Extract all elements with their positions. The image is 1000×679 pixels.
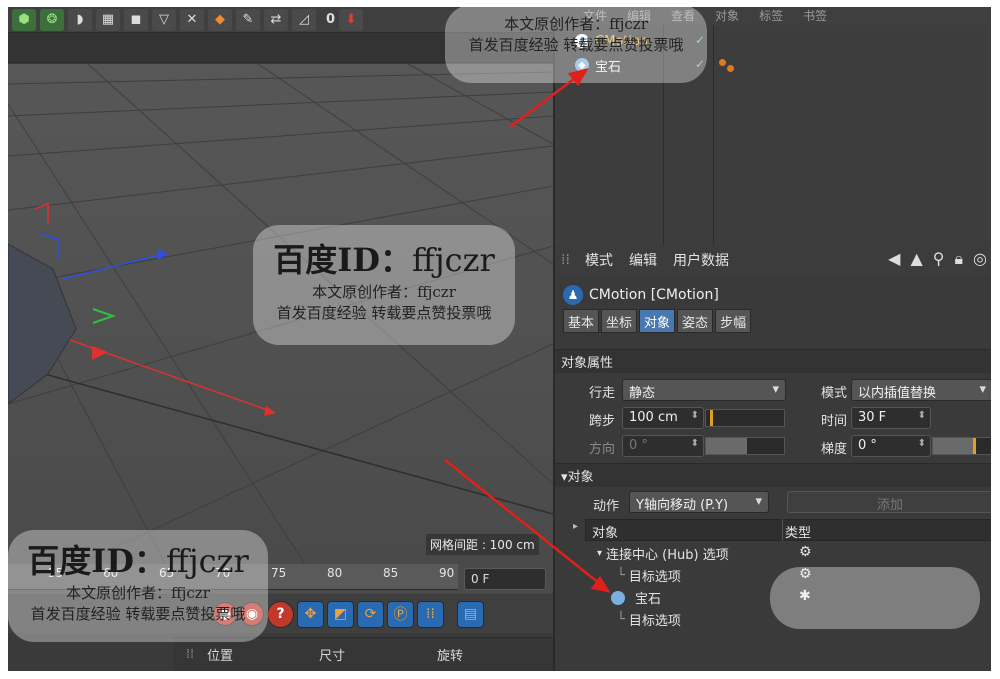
slope-slider[interactable] [932, 437, 991, 455]
grid-distance-label: 网格间距 : 100 cm [426, 534, 539, 555]
film-strip-icon[interactable]: ▤ [457, 600, 484, 628]
time-field[interactable]: 30 F ⬍ [851, 407, 931, 429]
move-key-icon[interactable]: ✥ [297, 600, 324, 628]
direction-label: 方向 [588, 442, 615, 457]
help-icon[interactable]: ? [267, 600, 294, 628]
add-button[interactable]: 添加 [787, 491, 991, 513]
coord-size-label: 尺寸 [319, 649, 346, 664]
collapse-arrow-icon[interactable]: ▾ [597, 548, 602, 559]
axis-tool-icon[interactable]: ⇄ [264, 8, 288, 31]
back-arrow-icon[interactable]: ◀ [888, 249, 900, 269]
action-dropdown[interactable]: Y轴向移动 (P.Y) [629, 491, 769, 513]
tree-col-type[interactable]: 类型 [782, 519, 811, 541]
up-arrow-icon[interactable]: ▲ [910, 249, 922, 269]
am-menu-edit[interactable]: 编辑 [629, 250, 657, 270]
tree-row-hub[interactable]: ▾ 连接中心 (Hub) 选项 [597, 544, 729, 563]
camera-tool-icon[interactable]: ◼ [124, 8, 148, 31]
tab-stride[interactable]: 步幅 [715, 309, 752, 333]
section-object-properties[interactable]: 对象属性 [555, 349, 991, 373]
target-icon[interactable]: ◎ [973, 249, 987, 269]
tab-basic[interactable]: 基本 [563, 309, 600, 333]
om-menu-object[interactable]: 对象 [715, 7, 739, 25]
rotate-key-icon[interactable]: ⟳ [357, 600, 384, 628]
spinner-icon[interactable]: ⬍ [691, 410, 699, 421]
tree-row-gem[interactable]: 宝石 [611, 588, 661, 607]
am-menu-mode[interactable]: 模式 [585, 250, 613, 270]
record-tool-icon[interactable]: ⬇ [339, 8, 364, 31]
watermark-center: 百度ID：ffjczr 本文原创作者：ffjczr 首发百度经验 转载要点赞投票… [253, 225, 515, 345]
coord-position-label: 位置 [207, 649, 234, 664]
am-menu-userdata[interactable]: 用户数据 [673, 250, 729, 270]
mograph-tool-icon[interactable]: ✕ [180, 8, 204, 31]
direction-field: 0 ° ⬍ [622, 435, 704, 457]
tree-row-target-2[interactable]: └ 目标选项 [617, 610, 681, 629]
edit-tool-icon[interactable]: ✎ [236, 8, 260, 31]
spinner-icon[interactable]: ⬍ [918, 438, 926, 449]
grip-icon: ⁞⁞ [561, 252, 570, 268]
gem-icon [611, 590, 625, 605]
timeline-tick: 80 [327, 566, 343, 580]
deformer-tool-icon[interactable]: ▽ [152, 8, 176, 31]
tab-pose[interactable]: 姿态 [677, 309, 714, 333]
scale-tool-icon[interactable]: ◿ [292, 8, 316, 31]
walker-icon: ♟ [563, 285, 583, 305]
attribute-title: ♟ CMotion [CMotion] [563, 285, 719, 305]
tab-coord[interactable]: 坐标 [601, 309, 638, 333]
spinner-icon: ⬍ [690, 438, 699, 449]
om-menu-tag[interactable]: 标签 [759, 7, 783, 25]
point-level-icon[interactable]: ⁞⁞ [417, 600, 444, 628]
stride-field[interactable]: 100 cm ⬍ [622, 407, 704, 429]
coordinates-header: ⁞⁞ 位置 尺寸 旋转 [173, 637, 553, 671]
watermark-logo-right [770, 567, 980, 629]
attribute-manager-menu: ⁞⁞ 模式 编辑 用户数据 ◀ ▲ ⚲ 🔒︎ ◎ [555, 245, 991, 275]
watermark-top: 本文原创作者：ffjczr 首发百度经验 转载要点赞投票哦 [445, 5, 707, 83]
timeline-tick: 75 [271, 566, 287, 580]
lock-icon[interactable]: 🔒︎ [955, 249, 964, 269]
watermark-bottom-left: 百度ID：ffjczr 本文原创作者：ffjczr 首发百度经验 转载要点赞投票… [8, 530, 268, 642]
om-menu-bookmark[interactable]: 书签 [803, 7, 827, 25]
tag-icon[interactable] [719, 59, 726, 66]
grip-icon: ⁞⁞ [185, 647, 195, 662]
mode-label: 模式 [820, 386, 847, 401]
section-object[interactable]: ▾对象 [555, 463, 991, 487]
timeline-tick: 90 [439, 566, 455, 580]
mode-dropdown[interactable]: 以内插值替换 [851, 379, 991, 401]
tree-header: 对象 类型 [585, 519, 991, 541]
search-icon[interactable]: ⚲ [933, 249, 945, 269]
tree-row-target[interactable]: └ 目标选项 [617, 566, 681, 585]
gear-icon: ⚙ [799, 544, 812, 560]
tab-object[interactable]: 对象 [639, 309, 676, 333]
slope-label: 梯度 [820, 442, 847, 457]
walk-dropdown[interactable]: 静态 [622, 379, 786, 401]
attribute-tabs: 基本 坐标 对象 姿态 步幅 [563, 309, 752, 333]
expand-arrow-icon[interactable]: ▸ [573, 521, 578, 532]
coord-rotation-label: 旋转 [437, 649, 464, 664]
end-frame-field[interactable]: 0 F [464, 568, 546, 590]
param-key-icon[interactable]: Ⓟ [387, 600, 414, 628]
action-label: 动作 [592, 499, 619, 514]
spline-tool-icon[interactable]: ◗ [68, 8, 92, 31]
scale-key-icon[interactable]: ◩ [327, 600, 354, 628]
time-label: 时间 [820, 414, 847, 429]
move-tool-icon[interactable]: ⬢ [12, 8, 36, 31]
stride-label: 跨步 [588, 414, 615, 429]
spinner-icon[interactable]: ⬍ [918, 410, 926, 421]
direction-slider [705, 437, 785, 455]
frame-counter: 0 [326, 12, 336, 27]
render-tool-icon[interactable]: ❂ [40, 8, 64, 31]
walk-label: 行走 [588, 386, 615, 401]
nurbs-tool-icon[interactable]: ▦ [96, 8, 120, 31]
slope-field[interactable]: 0 ° ⬍ [851, 435, 931, 457]
tree-col-object[interactable]: 对象 [592, 522, 618, 541]
timeline-tick: 85 [383, 566, 399, 580]
stride-slider[interactable] [705, 409, 785, 427]
cloner-tool-icon[interactable]: ◆ [208, 8, 232, 31]
tag-icon[interactable] [727, 65, 734, 72]
